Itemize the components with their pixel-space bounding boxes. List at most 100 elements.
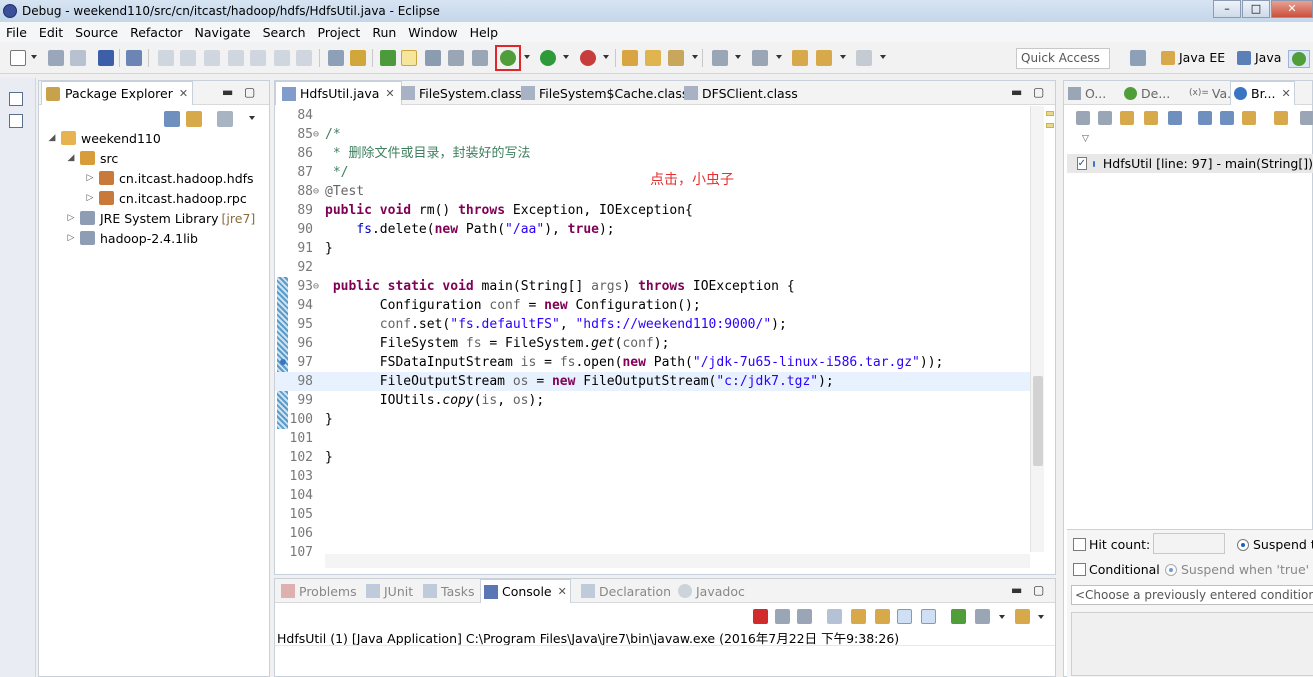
code-line[interactable]: 84	[275, 106, 1043, 125]
minimize-console-icon[interactable]: ▬	[1011, 583, 1022, 597]
view-menu-icon[interactable]	[1300, 111, 1313, 125]
remove-launch-icon[interactable]	[775, 609, 790, 624]
minimize-view-icon[interactable]: ▬	[222, 85, 233, 99]
show-on-stdout-icon[interactable]	[897, 609, 912, 624]
terminate-icon[interactable]	[204, 50, 220, 66]
last-edit-location-icon[interactable]	[792, 50, 808, 66]
scrollbar-thumb[interactable]	[1033, 376, 1043, 466]
editor-vertical-scrollbar[interactable]	[1030, 106, 1044, 552]
code-line[interactable]: 91}	[275, 239, 1043, 258]
perspective-debug[interactable]	[1288, 50, 1310, 68]
code-line[interactable]: 99 IOUtils.copy(is, os);	[275, 391, 1043, 410]
restore-icon[interactable]	[9, 92, 23, 106]
hit-count-option[interactable]: Hit count:	[1073, 537, 1150, 552]
new-icon[interactable]	[10, 50, 26, 66]
add-java-exception-breakpoint-icon[interactable]	[1274, 111, 1288, 125]
breakpoint-enabled-checkbox[interactable]: ✓	[1076, 157, 1087, 170]
code-line[interactable]: 101	[275, 429, 1043, 448]
tab-hdfsutil-java[interactable]: HdfsUtil.java ✕	[275, 81, 402, 105]
drop-to-frame-icon[interactable]	[328, 50, 344, 66]
maximize-console-icon[interactable]: ▢	[1033, 583, 1044, 597]
close-icon[interactable]: ✕	[558, 585, 567, 598]
open-console-dropdown-icon[interactable]	[1038, 615, 1044, 619]
view-menu-icon[interactable]	[217, 111, 233, 127]
condition-history-combo[interactable]: <Choose a previously entered condition>	[1071, 585, 1313, 605]
show-source-icon[interactable]	[472, 50, 488, 66]
menu-search[interactable]: Search	[257, 25, 312, 40]
tab-junit[interactable]: JUnit	[363, 579, 416, 603]
code-line[interactable]: 85 ⊖ /*	[275, 125, 1043, 144]
suspend-when-true-option[interactable]: Suspend when 'true'	[1165, 562, 1309, 577]
next-annotation-icon[interactable]	[712, 50, 728, 66]
next-annotation-dropdown-icon[interactable]	[735, 55, 741, 59]
conditional-option[interactable]: Conditional	[1073, 562, 1160, 577]
overview-marker[interactable]	[1046, 123, 1054, 128]
save-icon[interactable]	[48, 50, 64, 66]
collapsed-icon[interactable]: ▷	[66, 233, 76, 243]
search-icon[interactable]	[668, 50, 684, 66]
code-line[interactable]: 86 * 删除文件或目录，封装好的写法	[275, 144, 1043, 163]
editor-horizontal-scrollbar[interactable]	[325, 554, 1030, 568]
tab-filesystem-cache-class[interactable]: FileSystem$Cache.class	[515, 81, 694, 105]
view-menu-dropdown-icon[interactable]	[249, 116, 255, 120]
open-type-icon[interactable]	[622, 50, 638, 66]
menu-edit[interactable]: Edit	[33, 25, 69, 40]
mark-occurrences-icon[interactable]	[401, 50, 417, 66]
remove-all-breakpoints-icon[interactable]	[1098, 111, 1112, 125]
code-line[interactable]: 105	[275, 505, 1043, 524]
breakpoint-marker-icon[interactable]	[280, 359, 286, 365]
code-line[interactable]: 98 FileOutputStream os = new FileOutputS…	[275, 372, 1043, 391]
maximize-window-button[interactable]: □	[1242, 0, 1270, 18]
tab-filesystem-class[interactable]: FileSystem.class	[395, 81, 528, 105]
expanded-icon[interactable]: ◢	[47, 133, 57, 143]
overview-marker[interactable]	[1046, 111, 1054, 116]
debug-dropdown-icon[interactable]	[524, 55, 530, 59]
view-menu-dropdown-icon[interactable]: ▽	[1082, 134, 1089, 144]
tree-item-hadoop-lib[interactable]: ▷ hadoop-2.4.1lib	[66, 228, 198, 248]
skip-breakpoints-icon[interactable]	[126, 50, 142, 66]
suspend-when-true-radio[interactable]	[1165, 563, 1177, 576]
toggle-block-selection-icon[interactable]	[425, 50, 441, 66]
perspective-java[interactable]: Java	[1237, 50, 1281, 65]
code-line[interactable]: 104	[275, 486, 1043, 505]
forward-dropdown-icon[interactable]	[880, 55, 886, 59]
minimize-window-button[interactable]: –	[1213, 0, 1241, 18]
suspend-thread-radio[interactable]	[1237, 538, 1249, 551]
quick-access-input[interactable]: Quick Access	[1016, 48, 1110, 69]
display-console-dropdown-icon[interactable]	[999, 615, 1005, 619]
code-line[interactable]: 103	[275, 467, 1043, 486]
remove-breakpoint-icon[interactable]	[1076, 111, 1090, 125]
tree-item-jre-library[interactable]: ▷ JRE System Library [jre7]	[66, 208, 256, 228]
collapsed-icon[interactable]: ▷	[85, 193, 95, 203]
menu-navigate[interactable]: Navigate	[189, 25, 257, 40]
code-line[interactable]: 96 FileSystem fs = FileSystem.get(conf);	[275, 334, 1043, 353]
maximize-editor-icon[interactable]: ▢	[1033, 85, 1044, 99]
show-whitespace-icon[interactable]	[448, 50, 464, 66]
collapse-all-icon[interactable]	[1220, 111, 1234, 125]
perspective-java-ee[interactable]: Java EE	[1161, 50, 1225, 65]
external-tools-dropdown-icon[interactable]	[603, 55, 609, 59]
open-console-icon[interactable]	[1015, 609, 1030, 624]
tab-debug[interactable]: De...	[1124, 81, 1170, 105]
code-line[interactable]: 92	[275, 258, 1043, 277]
menu-file[interactable]: File	[0, 25, 33, 40]
tab-outline[interactable]: O...	[1068, 81, 1106, 105]
open-task-icon[interactable]	[645, 50, 661, 66]
resume-icon[interactable]	[158, 50, 174, 66]
open-console-icon[interactable]	[98, 50, 114, 66]
skip-all-breakpoints-icon[interactable]	[1168, 111, 1182, 125]
menu-source[interactable]: Source	[69, 25, 124, 40]
forward-icon[interactable]	[856, 50, 872, 66]
tab-javadoc[interactable]: Javadoc	[675, 579, 748, 603]
minimize-editor-icon[interactable]: ▬	[1011, 85, 1022, 99]
close-icon[interactable]: ✕	[385, 87, 394, 100]
link-with-editor-icon[interactable]	[186, 111, 202, 127]
hit-count-input[interactable]	[1153, 533, 1225, 554]
maximize-view-icon[interactable]: ▢	[244, 85, 255, 99]
collapsed-icon[interactable]: ▷	[66, 213, 76, 223]
tab-breakpoints[interactable]: Br... ✕	[1230, 81, 1295, 105]
menu-run[interactable]: Run	[366, 25, 402, 40]
expand-all-icon[interactable]	[1198, 111, 1212, 125]
clear-console-icon[interactable]	[827, 609, 842, 624]
disconnect-icon[interactable]	[228, 50, 244, 66]
